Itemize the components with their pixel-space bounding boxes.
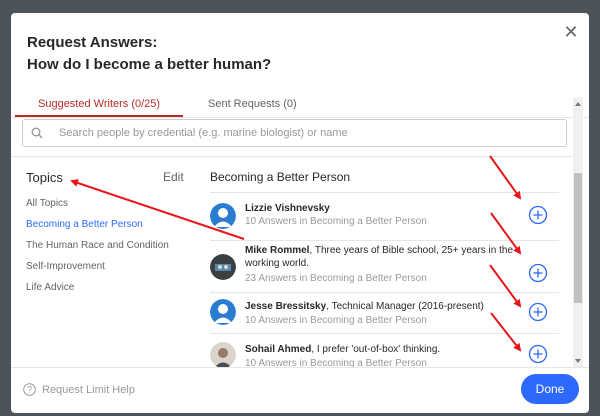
add-request-plus-icon[interactable] [528, 205, 548, 225]
active-tab-indicator [15, 115, 183, 117]
writer-name[interactable]: Jesse Bressitsky [245, 301, 326, 312]
search-placeholder: Search people by credential (e.g. marine… [59, 127, 348, 139]
writer-info: Lizzie Vishnevsky [245, 202, 515, 215]
writers-section-title: Becoming a Better Person [210, 170, 351, 184]
topic-becoming-better-person[interactable]: Becoming a Better Person [26, 219, 143, 230]
scroll-down-arrow-icon[interactable] [574, 357, 582, 365]
modal-title-line1: Request Answers: [27, 34, 158, 51]
tab-bar: Suggested Writers (0/25) Sent Requests (… [11, 93, 589, 118]
avatar [210, 254, 236, 280]
writer-answer-count: 10 Answers in Becoming a Better Person [245, 216, 427, 227]
writer-name[interactable]: Mike Rommel [245, 245, 309, 256]
modal-title: Request Answers: How do I become a bette… [27, 32, 271, 76]
svg-text:?: ? [27, 385, 32, 395]
writer-info: Sohail Ahmed, I prefer 'out-of-box' thin… [245, 343, 515, 356]
search-icon [31, 127, 43, 139]
writer-row: Sohail Ahmed, I prefer 'out-of-box' thin… [210, 333, 559, 367]
content-divider [11, 156, 573, 157]
scroll-up-arrow-icon[interactable] [574, 100, 582, 108]
topic-self-improvement[interactable]: Self-Improvement [26, 261, 105, 272]
search-input[interactable]: Search people by credential (e.g. marine… [22, 119, 567, 147]
help-label: Request Limit Help [42, 384, 135, 396]
done-button[interactable]: Done [521, 374, 579, 404]
writer-info: Mike Rommel, Three years of Bible school… [245, 244, 515, 270]
avatar [210, 342, 236, 367]
writer-credential: , I prefer 'out-of-box' thinking. [311, 344, 441, 355]
topic-life-advice[interactable]: Life Advice [26, 282, 74, 293]
writer-row: Jesse Bressitsky, Technical Manager (201… [210, 292, 559, 333]
writer-credential: , Technical Manager (2016-present) [326, 301, 484, 312]
tab-suggested-writers[interactable]: Suggested Writers (0/25) [38, 98, 160, 110]
writer-info: Jesse Bressitsky, Technical Manager (201… [245, 300, 515, 313]
avatar [210, 299, 236, 325]
writer-name[interactable]: Lizzie Vishnevsky [245, 203, 330, 214]
writer-answer-count: 10 Answers in Becoming a Better Person [245, 315, 427, 326]
avatar [210, 203, 236, 229]
topics-edit-link[interactable]: Edit [163, 170, 184, 184]
add-request-plus-icon[interactable] [528, 302, 548, 322]
topic-human-race-condition[interactable]: The Human Race and Condition [26, 240, 169, 251]
writer-name[interactable]: Sohail Ahmed [245, 344, 311, 355]
close-icon[interactable]: ✕ [562, 24, 580, 42]
scroll-thumb[interactable] [574, 173, 582, 303]
modal-question-title: How do I become a better human? [27, 56, 272, 73]
request-answers-modal: ✕ Request Answers: How do I become a bet… [11, 13, 589, 413]
writer-row: Mike Rommel, Three years of Bible school… [210, 240, 559, 292]
writer-answer-count: 23 Answers in Becoming a Better Person [245, 273, 427, 284]
footer-divider [11, 367, 589, 368]
help-question-icon: ? [23, 383, 36, 396]
tab-sent-requests[interactable]: Sent Requests (0) [208, 98, 297, 110]
writer-answer-count: 10 Answers in Becoming a Better Person [245, 358, 427, 367]
scrollbar[interactable] [573, 97, 583, 367]
add-request-plus-icon[interactable] [528, 263, 548, 283]
writer-row: Lizzie Vishnevsky 10 Answers in Becoming… [210, 192, 559, 240]
topic-all-topics[interactable]: All Topics [26, 198, 68, 209]
topics-header: Topics [26, 170, 63, 185]
add-request-plus-icon[interactable] [528, 344, 548, 364]
